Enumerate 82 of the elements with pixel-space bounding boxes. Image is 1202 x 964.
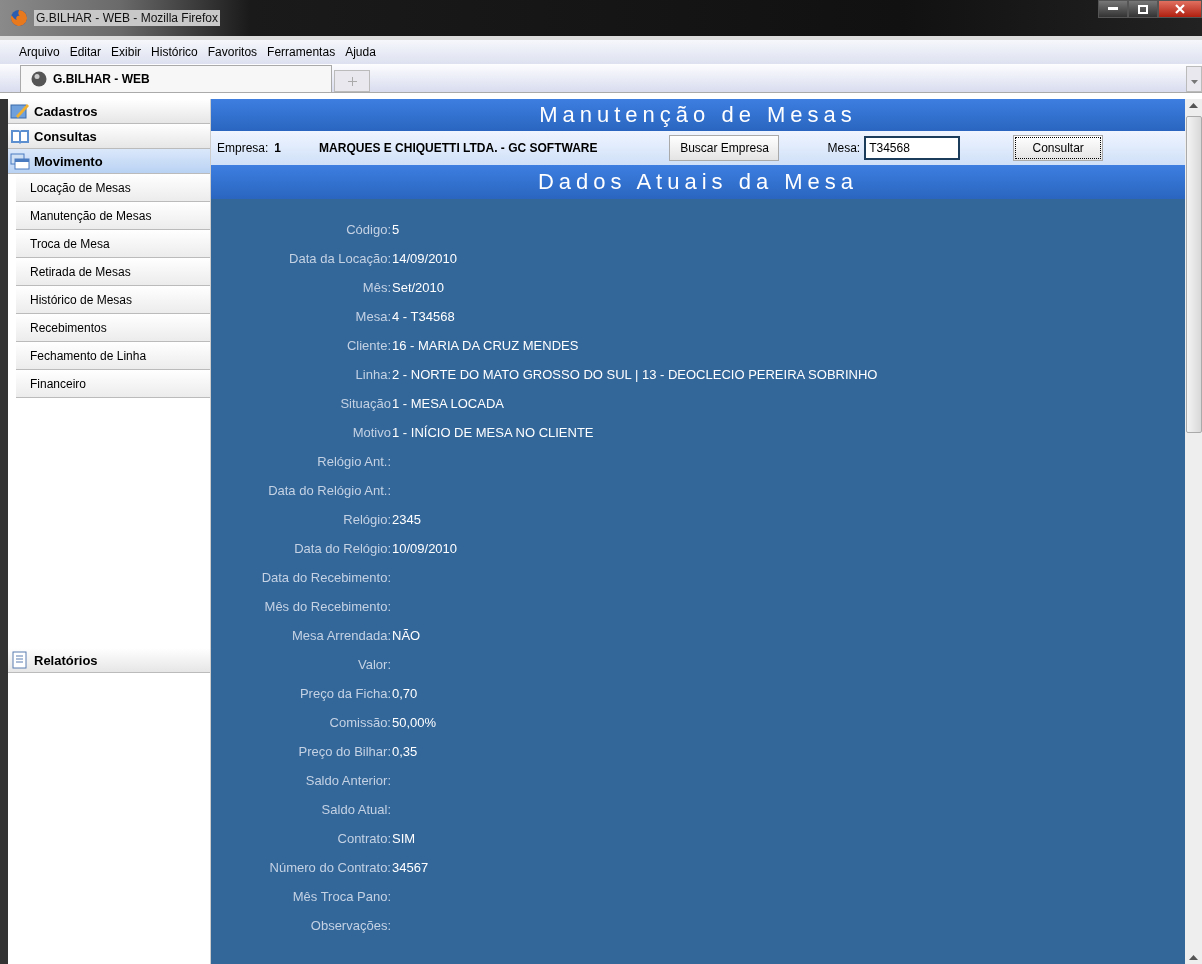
field-value: 14/09/2010 (392, 251, 458, 266)
close-button[interactable] (1158, 0, 1202, 18)
field-label: Mês: (361, 280, 391, 295)
field-value: 2 - NORTE DO MATO GROSSO DO SUL | 13 - DEOCLECIO PEREIRA SOBRINHO (392, 367, 878, 382)
scroll-thumb[interactable] (1185, 116, 1202, 433)
field-value: 50,00% (392, 715, 437, 730)
window-title: G.BILHAR - WEB - Mozilla Firefox (34, 10, 221, 26)
field-label: Linha: (354, 367, 391, 382)
sidebar-section[interactable]: Relatórios (8, 648, 210, 673)
tab-list-button[interactable] (1186, 66, 1202, 92)
field-value: 10/09/2010 (392, 541, 458, 556)
field-value: 1 - MESA LOCADA (392, 396, 504, 411)
field-value: Set/2010 (392, 280, 445, 295)
ball-icon (31, 71, 47, 87)
field-label: Situação (339, 396, 391, 411)
field-label: Mesa: (354, 309, 391, 324)
field-label: Observações: (309, 918, 391, 933)
plus-icon (347, 76, 357, 86)
field-label: Relógio Ant.: (316, 454, 391, 469)
field-value: 16 - MARIA DA CRUZ MENDES (392, 338, 579, 353)
field-label: Data do Relógio Ant.: (267, 483, 391, 498)
company-label: Empresa: (217, 141, 269, 155)
field-label: Comissão: (328, 715, 391, 730)
sidebar-section[interactable]: Cadastros (8, 99, 210, 124)
sidebar-section[interactable]: Movimento (8, 149, 210, 174)
field-label: Valor: (357, 657, 391, 672)
minimize-icon (1108, 7, 1118, 11)
menu-item[interactable]: Ajuda (340, 45, 381, 59)
book-icon (10, 127, 30, 145)
field-label: Mesa Arrendada: (291, 628, 391, 643)
menu-item[interactable]: Histórico (146, 45, 203, 59)
field-value: 1 - INÍCIO DE MESA NO CLIENTE (392, 425, 594, 440)
caret-icon (1190, 79, 1198, 84)
field-label: Cliente: (345, 338, 391, 353)
menu-item[interactable]: Editar (64, 45, 107, 59)
field-label: Relógio: (342, 512, 391, 527)
field-value: 34567 (392, 860, 429, 875)
maximize-icon (1138, 4, 1148, 14)
company-number: 1 (274, 141, 282, 155)
menu-item[interactable]: Ferramentas (262, 45, 341, 59)
scroll-up-icon[interactable] (1189, 955, 1198, 960)
field-label: Número do Contrato: (268, 860, 391, 875)
section-title: Dados Atuais da Mesa (211, 165, 1185, 199)
field-value: 0,35 (392, 744, 418, 759)
browser-logo-icon (10, 9, 28, 27)
table-label: Mesa: (827, 141, 861, 155)
field-value: NÃO (392, 628, 421, 643)
field-label: Motivo (351, 425, 391, 440)
sidebar-section[interactable]: Consultas (8, 124, 210, 149)
pencil-icon (10, 102, 30, 120)
document-icon (10, 651, 30, 669)
field-value: 0,70 (392, 686, 418, 701)
field-label: Preço do Bilhar: (297, 744, 391, 759)
browser-tab[interactable]: G.BILHAR - WEB (20, 65, 332, 92)
close-icon (1175, 4, 1185, 14)
field-value: 5 (392, 222, 400, 237)
scrollbar[interactable] (1185, 99, 1202, 964)
search-company-button[interactable]: Buscar Empresa (669, 135, 780, 161)
field-label: Data da Locação: (288, 251, 391, 266)
field-label: Preço da Ficha: (298, 686, 391, 701)
page-title: Manutenção de Mesas (211, 99, 1185, 131)
field-label: Contrato: (336, 831, 391, 846)
menu-item[interactable]: Arquivo (14, 45, 65, 59)
table-field[interactable]: T34568 (864, 136, 961, 160)
submit-button[interactable]: Consultar (1013, 135, 1104, 161)
maximize-button[interactable] (1128, 0, 1158, 18)
field-value: SIM (392, 831, 416, 846)
scroll-up-icon[interactable] (1189, 103, 1198, 108)
field-label: Data do Relógio: (293, 541, 391, 556)
menu-item[interactable]: Exibir (106, 45, 147, 59)
field-label: Mês do Recebimento: (263, 599, 391, 614)
field-value: 2345 (392, 512, 421, 527)
company-name: MARQUES E CHIQUETTI LTDA. - GC SOFTWARE (319, 141, 598, 155)
field-label: Mês Troca Pano: (291, 889, 391, 904)
field-value: 4 - T34568 (392, 309, 455, 324)
windows-icon (10, 152, 30, 170)
field-label: Saldo Anterior: (304, 773, 391, 788)
minimize-button[interactable] (1098, 0, 1128, 18)
field-label: Saldo Atual: (320, 802, 391, 817)
field-label: Código: (345, 222, 391, 237)
field-label: Data do Recebimento: (260, 570, 391, 585)
menu-item[interactable]: Favoritos (202, 45, 263, 59)
